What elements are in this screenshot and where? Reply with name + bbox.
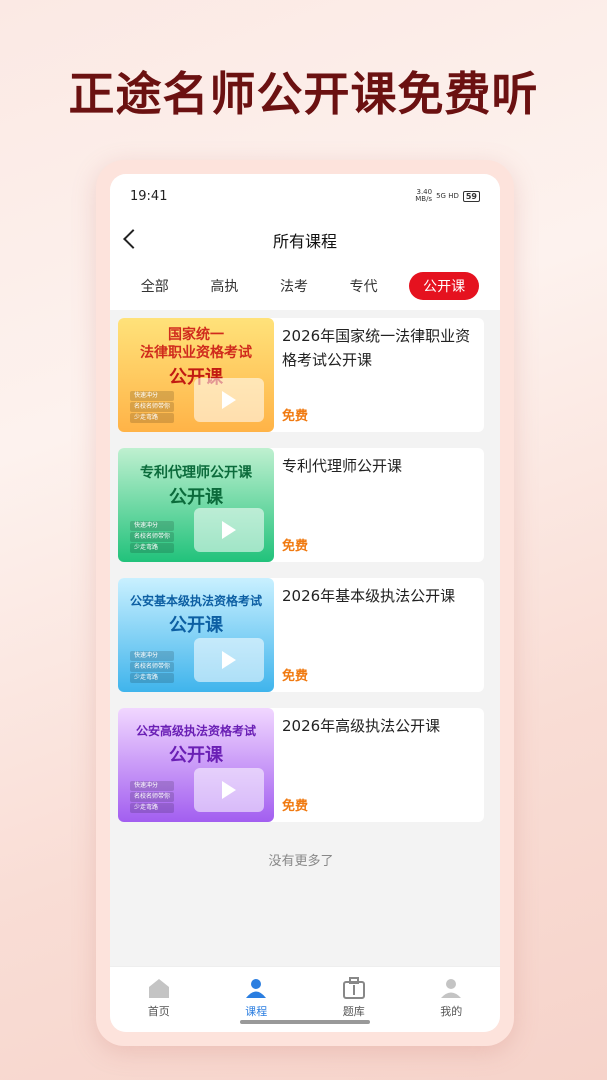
course-info: 2026年高级执法公开课 免费 — [274, 708, 484, 822]
course-title: 2026年基本级执法公开课 — [282, 587, 456, 605]
thumbnail-tags: 快速冲分 名校名师带你 少走弯路 — [130, 521, 175, 554]
thumbnail-tag: 快速冲分 — [130, 651, 175, 661]
course-card[interactable]: 专利代理师公开课 公开课 快速冲分 名校名师带你 少走弯路 专利代理师公开课 免… — [118, 448, 484, 562]
thumbnail-subheading: 公开课 — [169, 745, 223, 766]
home-icon — [148, 979, 169, 998]
nav-bar: 所有课程 — [110, 218, 500, 262]
tab-gaozhi[interactable]: 高执 — [200, 272, 248, 300]
thumbnail-tag: 少走弯路 — [130, 543, 175, 553]
no-more-text: 没有更多了 — [268, 854, 334, 869]
nav-label: 题库 — [342, 1005, 365, 1018]
course-title: 2026年国家统一法律职业资格考试公开课 — [282, 327, 471, 369]
status-icons: 3.40 MB/s 5G HD 59 — [415, 189, 480, 203]
thumbnail-subheading: 公开课 — [169, 487, 223, 508]
thumbnail-subheading: 公开课 — [169, 615, 223, 636]
thumbnail-tag: 名校名师带你 — [130, 532, 175, 542]
course-info: 专利代理师公开课 免费 — [274, 448, 484, 562]
nav-label: 首页 — [147, 1005, 170, 1018]
net-speed: 3.40 MB/s — [415, 188, 433, 203]
course-card[interactable]: 公安基本级执法资格考试 公开课 快速冲分 名校名师带你 少走弯路 2026年基本… — [118, 578, 484, 692]
thumbnail-tags: 快速冲分 名校名师带你 少走弯路 — [130, 391, 175, 424]
course-price: 免费 — [282, 799, 309, 814]
thumbnail-tag: 快速冲分 — [130, 521, 175, 531]
course-info: 2026年基本级执法公开课 免费 — [274, 578, 484, 692]
page-title: 所有课程 — [272, 232, 337, 251]
thumbnail-tag: 名校名师带你 — [130, 792, 175, 802]
thumbnail-heading: 公安高级执法资格考试 — [135, 724, 256, 738]
nav-home[interactable]: 首页 — [129, 977, 189, 1032]
video-play-icon — [194, 768, 264, 812]
app-screen: 19:41 3.40 MB/s 5G HD 59 所有课程 全部 高执 法考 专代… — [110, 174, 500, 1032]
thumbnail-tags: 快速冲分 名校名师带你 少走弯路 — [130, 651, 175, 684]
course-price: 免费 — [282, 409, 309, 424]
tab-zhuandai[interactable]: 专代 — [340, 272, 388, 300]
course-info: 2026年国家统一法律职业资格考试公开课 免费 — [274, 318, 484, 432]
thumbnail-tag: 名校名师带你 — [130, 402, 175, 412]
status-time: 19:41 — [130, 188, 168, 204]
thumbnail-tag: 快速冲分 — [130, 391, 175, 401]
thumbnail-heading: 国家统一 法律职业资格考试 — [140, 327, 252, 361]
battery-icon: 59 — [462, 190, 480, 202]
video-play-icon — [194, 638, 264, 682]
thumbnail-tags: 快速冲分 名校名师带你 少走弯路 — [130, 781, 175, 814]
signal-icon: 5G HD — [436, 192, 459, 200]
course-price: 免费 — [282, 539, 309, 554]
course-title: 专利代理师公开课 — [282, 457, 403, 475]
tab-all[interactable]: 全部 — [131, 272, 179, 300]
course-list: 国家统一 法律职业资格考试 公开课 快速冲分 名校名师带你 少走弯路 2026年国… — [110, 310, 500, 869]
thumbnail-tag: 少走弯路 — [130, 673, 175, 683]
phone-frame: 19:41 3.40 MB/s 5G HD 59 所有课程 全部 高执 法考 专代… — [96, 160, 514, 1046]
home-indicator[interactable] — [240, 1020, 370, 1024]
course-card[interactable]: 国家统一 法律职业资格考试 公开课 快速冲分 名校名师带你 少走弯路 2026年国… — [118, 318, 484, 432]
thumbnail-tag: 快速冲分 — [130, 781, 175, 791]
thumbnail-tag: 少走弯路 — [130, 803, 175, 813]
nav-label: 课程 — [245, 1005, 268, 1018]
course-card[interactable]: 公安高级执法资格考试 公开课 快速冲分 名校名师带你 少走弯路 2026年高级执… — [118, 708, 484, 822]
category-tabs: 全部 高执 法考 专代 公开课 — [110, 262, 500, 310]
course-thumbnail: 公安基本级执法资格考试 公开课 快速冲分 名校名师带你 少走弯路 — [118, 578, 274, 692]
course-thumbnail: 专利代理师公开课 公开课 快速冲分 名校名师带你 少走弯路 — [118, 448, 274, 562]
tab-open-course[interactable]: 公开课 — [409, 272, 480, 300]
course-thumbnail: 公安高级执法资格考试 公开课 快速冲分 名校名师带你 少走弯路 — [118, 708, 274, 822]
course-thumbnail: 国家统一 法律职业资格考试 公开课 快速冲分 名校名师带你 少走弯路 — [118, 318, 274, 432]
promo-headline: 正途名师公开课免费听 — [68, 67, 539, 121]
nav-label: 我的 — [440, 1005, 463, 1018]
course-price: 免费 — [282, 669, 309, 684]
course-icon — [246, 979, 267, 998]
thumbnail-heading: 公安基本级执法资格考试 — [129, 594, 262, 608]
profile-icon — [441, 979, 462, 998]
video-play-icon — [194, 508, 264, 552]
status-bar: 19:41 3.40 MB/s 5G HD 59 — [110, 174, 500, 218]
question-bank-icon — [342, 977, 365, 999]
thumbnail-tag: 少走弯路 — [130, 413, 175, 423]
thumbnail-tag: 名校名师带你 — [130, 662, 175, 672]
nav-profile[interactable]: 我的 — [421, 977, 481, 1032]
tab-fakao[interactable]: 法考 — [270, 272, 318, 300]
course-title: 2026年高级执法公开课 — [282, 717, 441, 735]
thumbnail-heading: 专利代理师公开课 — [140, 465, 252, 481]
video-play-icon — [194, 378, 264, 422]
